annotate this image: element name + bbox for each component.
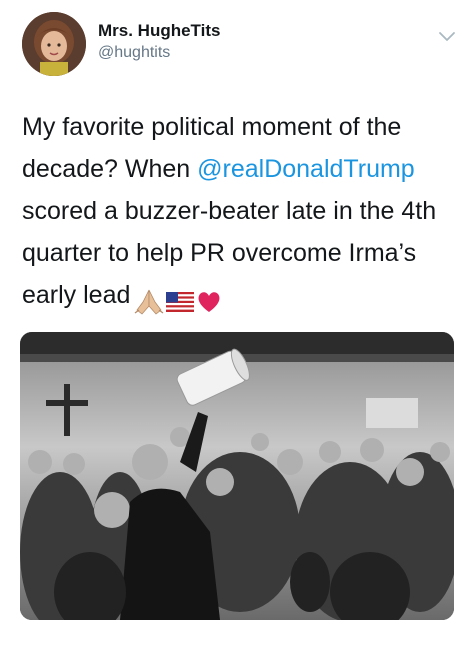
avatar[interactable] [22,12,86,76]
us-flag-icon [166,292,195,313]
chevron-down-icon[interactable] [438,30,456,42]
folded-hands-icon [135,290,164,315]
mention-link[interactable]: @realDonaldTrump [197,155,415,183]
tweet-header: Mrs. HugheTits @hughtits [22,12,462,82]
tweet-photo[interactable] [20,332,454,620]
emoji-group [134,280,224,322]
tweet-text: My favorite political moment of the deca… [22,106,458,322]
user-handle[interactable]: @hughtits [98,42,220,64]
display-name[interactable]: Mrs. HugheTits [98,20,220,42]
red-heart-icon [198,292,220,313]
